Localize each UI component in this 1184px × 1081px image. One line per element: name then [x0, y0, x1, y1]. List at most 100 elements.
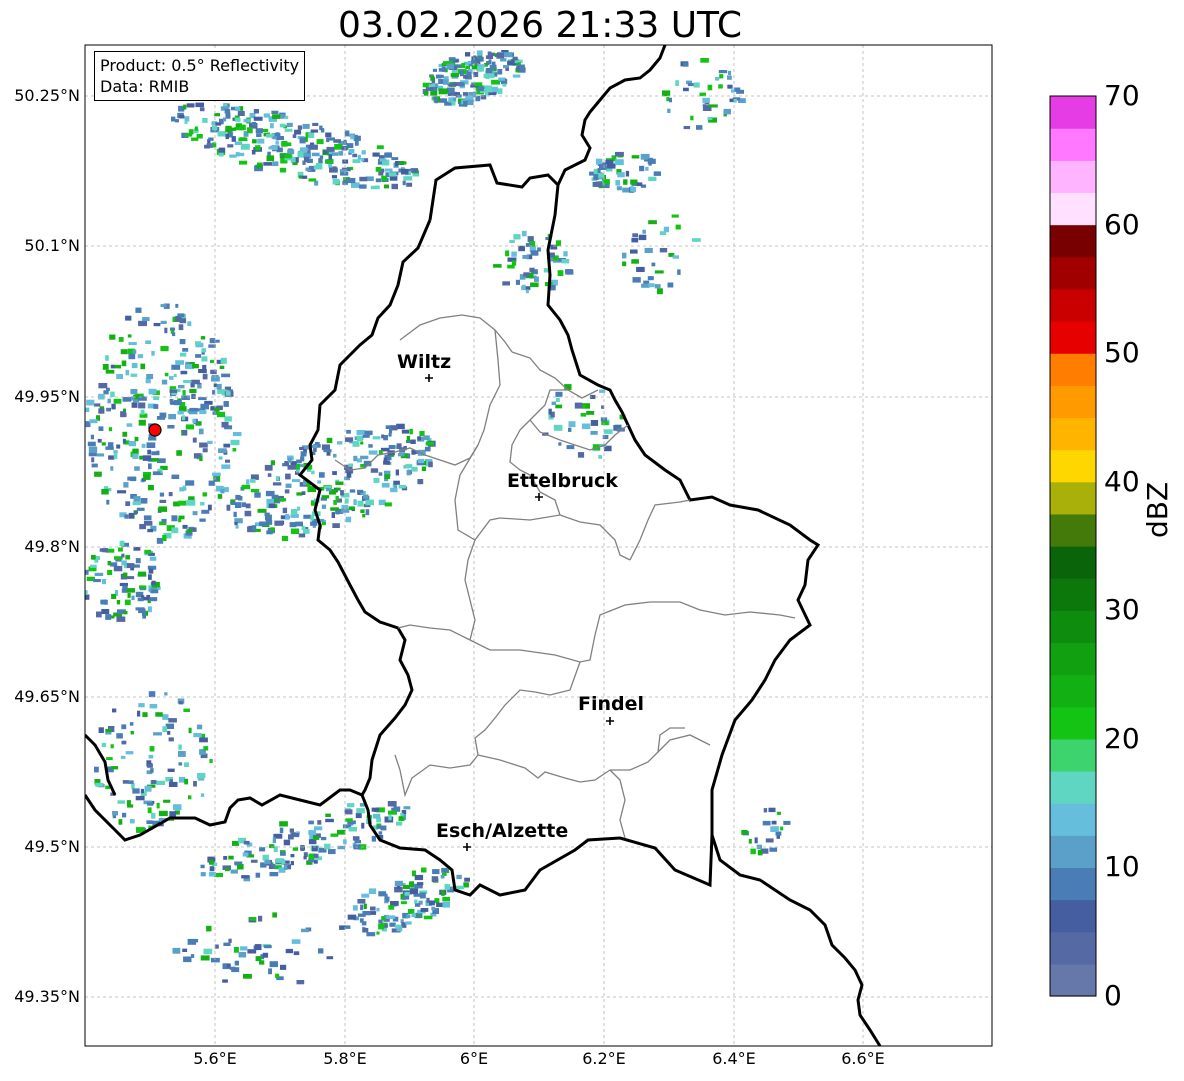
echo-pixel — [423, 915, 433, 920]
echo-pixel — [117, 800, 125, 804]
echo-pixel — [370, 906, 376, 911]
colorbar-segment — [1050, 160, 1096, 194]
echo-pixel — [201, 509, 210, 514]
echo-pixel — [503, 65, 509, 69]
echo-pixel — [332, 166, 337, 172]
echo-pixel — [344, 437, 354, 442]
echo-pixel — [223, 117, 227, 122]
echo-pixel — [138, 571, 147, 577]
city-markers — [425, 374, 614, 851]
echo-pixel — [281, 859, 286, 865]
echo-pixel — [345, 818, 353, 822]
echo-pixel — [116, 374, 123, 379]
echo-pixel — [754, 837, 758, 844]
echo-pixel — [289, 828, 294, 833]
echo-pixel — [112, 708, 117, 713]
echo-pixel — [549, 252, 555, 258]
echo-pixel — [125, 751, 134, 755]
echo-pixel — [110, 744, 114, 749]
echo-pixel — [402, 180, 406, 186]
echo-pixel — [434, 898, 440, 904]
echo-pixel — [128, 512, 135, 519]
echo-pixel — [529, 267, 535, 273]
echo-pixel — [770, 826, 779, 832]
echo-pixel — [184, 778, 189, 785]
echo-pixel — [274, 520, 283, 526]
echo-pixel — [639, 165, 645, 172]
echo-pixel — [243, 840, 250, 845]
echo-pixel — [159, 499, 167, 503]
echo-pixel — [290, 861, 294, 866]
lat-label: 49.95°N — [14, 387, 80, 406]
echo-pixel — [438, 88, 448, 95]
echo-pixel — [568, 427, 572, 432]
echo-pixel — [518, 245, 525, 252]
echo-pixel — [580, 412, 587, 417]
lon-label: 6.6°E — [841, 1049, 885, 1068]
echo-pixel — [449, 83, 457, 87]
echo-pixel — [401, 429, 409, 434]
echo-pixel — [182, 430, 188, 436]
echo-pixel — [605, 159, 614, 165]
echo-pixel — [279, 821, 288, 827]
echo-pixel — [138, 402, 146, 409]
echo-pixel — [149, 556, 157, 561]
echo-pixel — [159, 414, 165, 418]
echo-pixel — [357, 489, 364, 494]
echo-pixel — [102, 579, 107, 585]
echo-pixel — [419, 892, 426, 899]
echo-pixel — [308, 830, 317, 836]
echo-pixel — [155, 712, 163, 717]
echo-pixel — [398, 485, 407, 489]
echo-pixel — [179, 318, 187, 324]
echo-pixel — [178, 385, 185, 389]
echo-pixel — [376, 825, 385, 829]
echo-pixel — [171, 474, 180, 479]
echo-pixel — [647, 276, 654, 281]
echo-pixel — [577, 452, 585, 458]
echo-pixel — [186, 103, 195, 108]
echo-pixel — [388, 810, 397, 815]
echo-pixel — [625, 170, 630, 177]
echo-pixel — [390, 487, 398, 493]
echo-pixel — [161, 379, 168, 385]
echo-pixel — [296, 506, 301, 511]
echo-pixel — [280, 851, 286, 856]
echo-pixel — [91, 457, 95, 463]
echo-pixel — [148, 574, 152, 580]
echo-pixel — [440, 875, 445, 879]
echo-pixel — [269, 872, 279, 877]
echo-pixel — [118, 337, 124, 342]
echo-pixel — [270, 460, 275, 466]
echo-pixel — [364, 430, 373, 435]
colorbar-label: dBZ — [1141, 481, 1174, 538]
echo-pixel — [659, 231, 667, 235]
echo-pixel — [212, 472, 221, 477]
colorbar-segment — [1050, 578, 1096, 611]
echo-pixel — [288, 834, 294, 839]
echo-pixel — [290, 528, 300, 534]
lat-lon-grid — [85, 45, 992, 1046]
echo-pixel — [373, 477, 380, 483]
echo-pixel — [200, 403, 209, 410]
echo-pixel — [169, 399, 174, 404]
echo-pixel — [191, 393, 196, 399]
echo-pixel — [284, 128, 293, 132]
echo-pixel — [218, 448, 227, 454]
echo-pixel — [354, 840, 361, 844]
echo-pixel — [345, 516, 352, 523]
echo-pixel — [421, 867, 427, 873]
echo-pixel — [586, 411, 595, 415]
echo-pixel — [324, 843, 331, 850]
echo-pixel — [216, 383, 222, 390]
echo-pixel — [340, 172, 349, 176]
echo-pixel — [149, 597, 158, 602]
echo-pixel — [140, 788, 144, 794]
echo-pixel — [161, 518, 167, 523]
echo-pixel — [235, 502, 242, 508]
echo-pixel — [145, 340, 152, 344]
echo-pixel — [147, 606, 152, 613]
echo-pixel — [332, 471, 337, 475]
echo-pixel — [196, 134, 203, 139]
echo-pixel — [727, 84, 733, 89]
